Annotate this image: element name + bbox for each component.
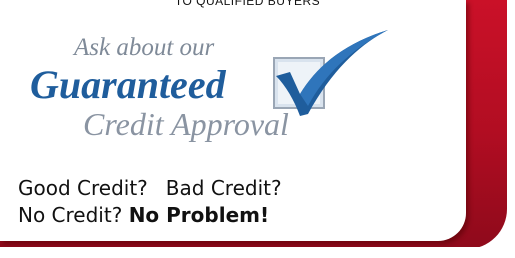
logo-ask-text: Ask about our — [74, 34, 215, 61]
checkmark-box-icon — [273, 30, 388, 116]
logo-credit-approval-text: Credit Approval — [83, 106, 289, 142]
no-problem-text: No Problem! — [128, 203, 270, 227]
no-credit-text: No Credit? — [18, 203, 123, 227]
bottom-white-strip — [0, 247, 500, 258]
no-problem-line: No Credit? No Problem! — [18, 203, 269, 227]
good-credit-text: Good Credit? — [18, 176, 148, 200]
logo-guaranteed-text: Guaranteed — [30, 62, 226, 107]
guaranteed-credit-banner: TO QUALIFIED BUYERS Ask about our Guaran… — [0, 0, 515, 258]
credit-question-line: Good Credit? Bad Credit? — [18, 176, 282, 200]
top-cut-text: TO QUALIFIED BUYERS — [174, 0, 321, 8]
bad-credit-text: Bad Credit? — [165, 176, 282, 200]
white-panel: TO QUALIFIED BUYERS Ask about our Guaran… — [0, 0, 466, 241]
credit-approval-logo: Ask about our Guaranteed Credit Approval — [10, 20, 388, 155]
